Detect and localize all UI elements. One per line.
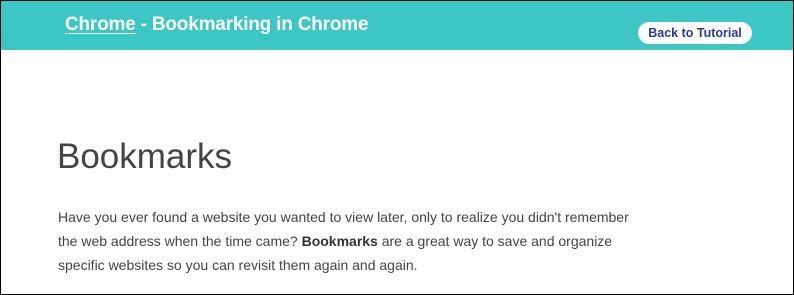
lesson-title: - Bookmarking in Chrome	[135, 14, 369, 35]
header-bar: Chrome - Bookmarking in Chrome Back to T…	[1, 1, 793, 50]
section-heading: Bookmarks	[57, 137, 233, 176]
page-frame: Chrome - Bookmarking in Chrome Back to T…	[0, 0, 794, 295]
intro-paragraph: Have you ever found a website you wanted…	[58, 205, 638, 277]
back-to-tutorial-button[interactable]: Back to Tutorial	[638, 22, 752, 44]
course-link-chrome[interactable]: Chrome	[65, 14, 136, 35]
page-title: Chrome - Bookmarking in Chrome	[65, 14, 369, 36]
intro-bold-term: Bookmarks	[301, 233, 378, 249]
